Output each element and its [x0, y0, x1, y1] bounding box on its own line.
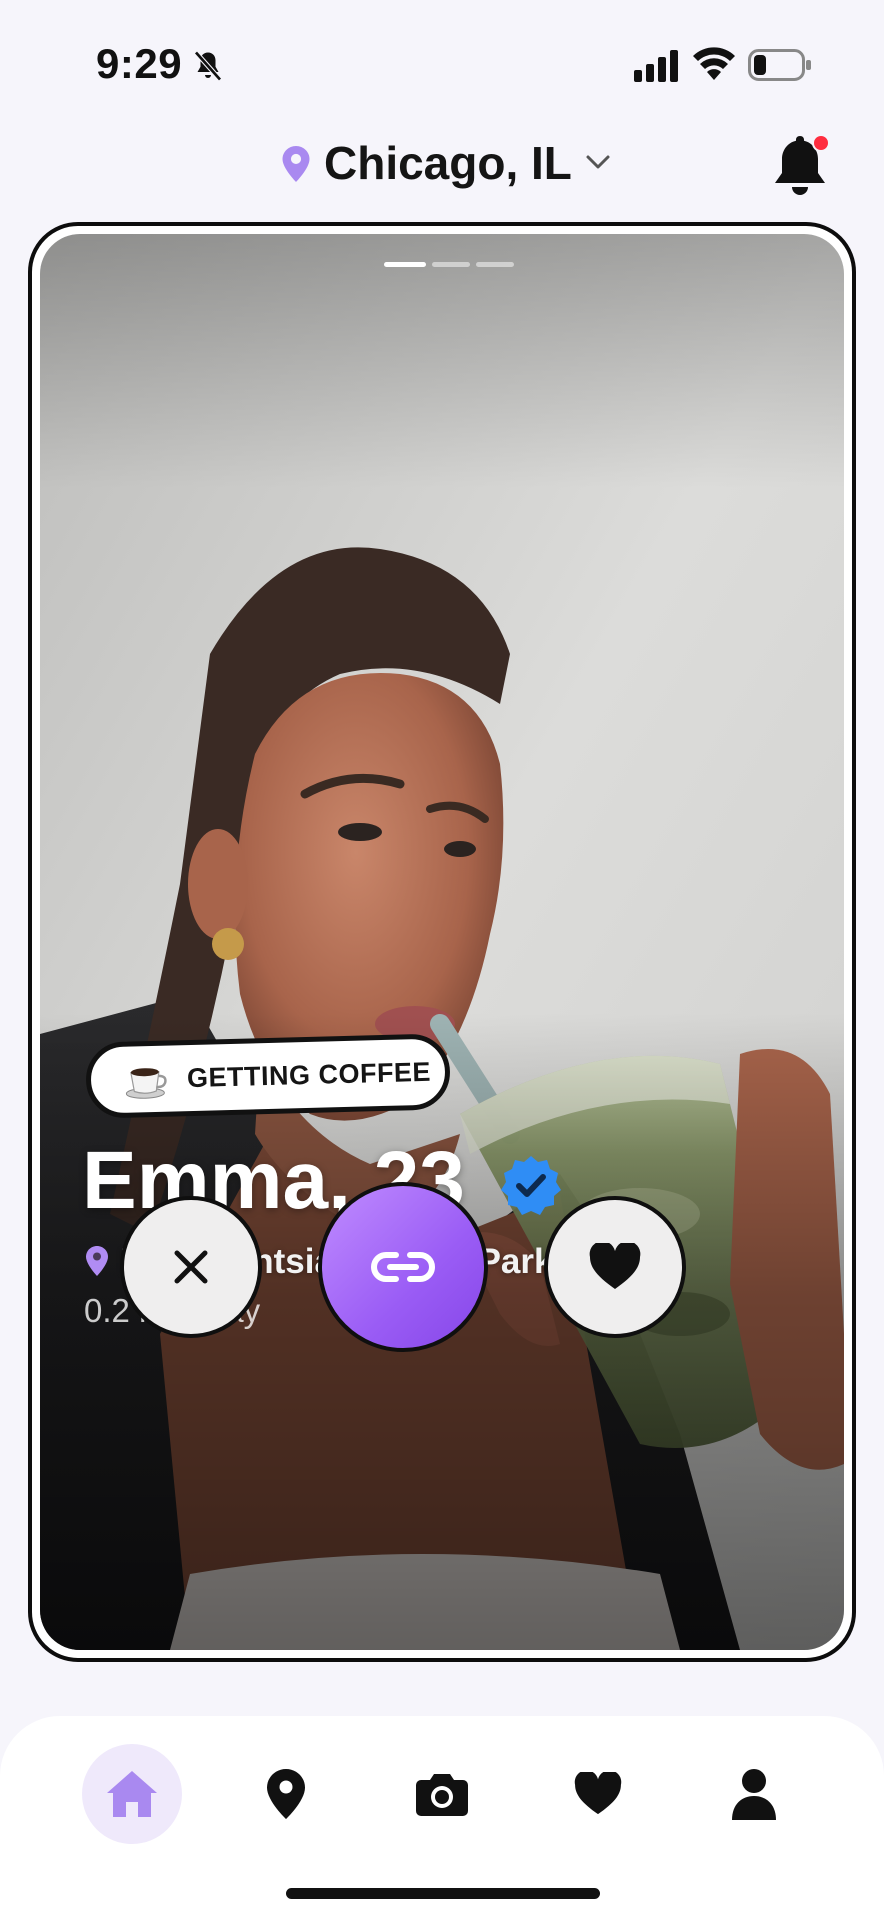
- notification-badge: [812, 134, 830, 152]
- map-pin-icon: [282, 146, 310, 182]
- heart-icon: [589, 1243, 641, 1289]
- map-pin-icon: [267, 1769, 305, 1819]
- page-dot-3: [476, 262, 514, 267]
- pass-button[interactable]: [120, 1196, 262, 1338]
- photo-gradient-overlay: [40, 234, 844, 1650]
- close-icon: [174, 1250, 208, 1284]
- nav-home[interactable]: [82, 1744, 182, 1844]
- page-dot-2: [432, 262, 470, 267]
- like-button[interactable]: [544, 1196, 686, 1338]
- person-icon: [732, 1769, 776, 1820]
- link-icon: [371, 1252, 435, 1282]
- nav-profile[interactable]: [704, 1744, 804, 1844]
- battery-icon: [748, 49, 811, 81]
- page-dot-1: [384, 262, 426, 267]
- home-indicator: [286, 1888, 600, 1899]
- verified-badge-icon: [501, 1156, 561, 1215]
- map-pin-icon: [86, 1246, 108, 1276]
- profile-card[interactable]: GETTING COFFEE Emma, 23 Intelligentsia, …: [40, 234, 844, 1650]
- status-time: 9:29: [96, 40, 183, 87]
- cellular-signal-icon: [634, 50, 678, 82]
- wifi-icon: [693, 47, 735, 80]
- nav-camera[interactable]: [392, 1744, 492, 1844]
- connect-button[interactable]: [318, 1182, 488, 1352]
- location-header: Chicago, IL: [0, 110, 884, 222]
- heart-icon: [574, 1772, 622, 1815]
- chevron-down-icon[interactable]: [584, 150, 612, 174]
- nav-likes[interactable]: [548, 1744, 648, 1844]
- bell-muted-icon: [194, 50, 222, 82]
- camera-icon: [416, 1774, 468, 1816]
- nav-map[interactable]: [236, 1744, 336, 1844]
- activity-chip: GETTING COFFEE: [85, 1033, 451, 1119]
- location-selector[interactable]: Chicago, IL: [324, 136, 572, 190]
- photo-page-indicator: [384, 262, 514, 268]
- home-icon: [107, 1771, 157, 1817]
- status-bar: 9:29: [0, 0, 884, 110]
- activity-label: GETTING COFFEE: [186, 1056, 432, 1094]
- coffee-cup-icon: [125, 1068, 167, 1099]
